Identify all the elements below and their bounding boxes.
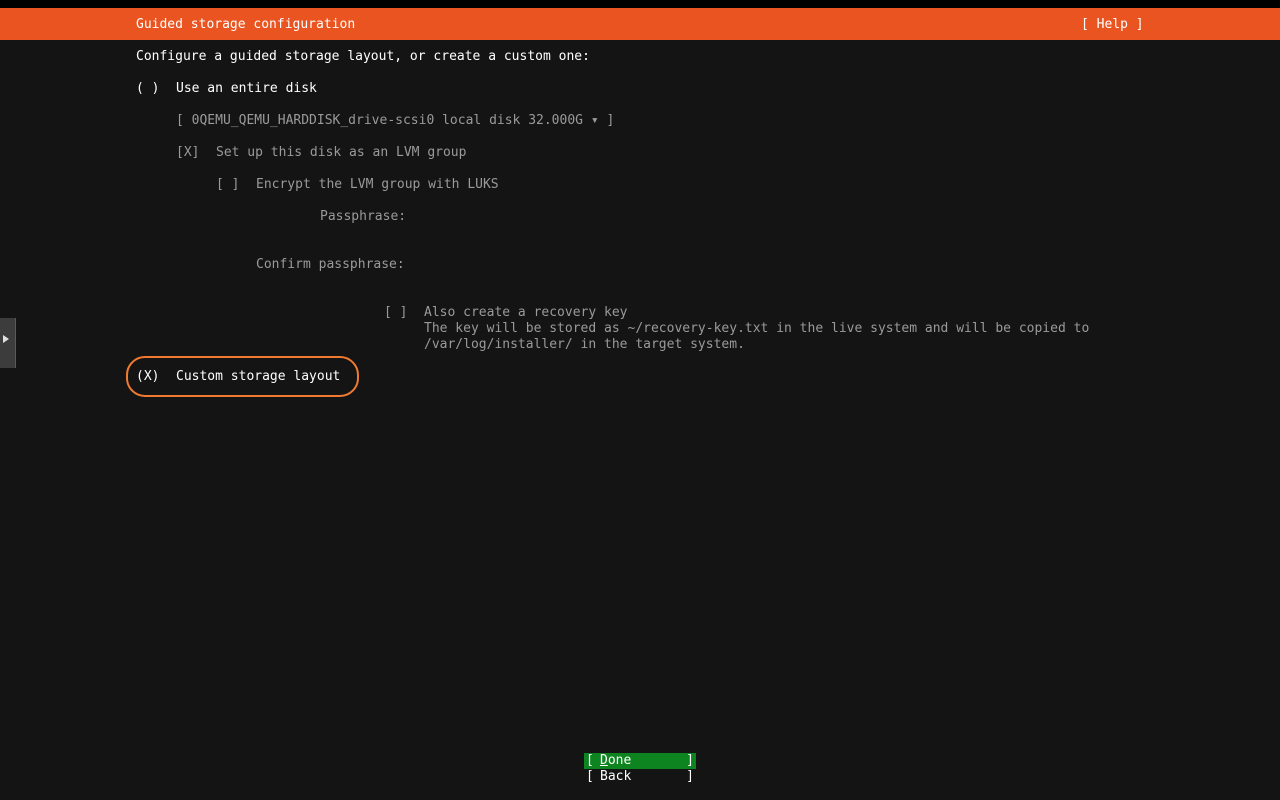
disk-selector[interactable]: [ 0QEMU_QEMU_HARDDISK_drive-scsi0 local …	[176, 113, 614, 129]
page-title: Guided storage configuration	[136, 17, 356, 32]
encrypt-checkbox[interactable]: [ ]	[216, 177, 239, 193]
confirm-passphrase-field[interactable]	[424, 257, 1024, 273]
done-button-label: Done	[600, 753, 631, 769]
back-button-close-bracket: ]	[686, 769, 694, 784]
back-button-open-bracket: [	[586, 769, 594, 784]
done-button-open-bracket: [	[586, 753, 594, 768]
back-button-label: Back	[600, 769, 632, 784]
lvm-checkbox[interactable]: [X]	[176, 145, 199, 161]
help-button[interactable]: [ Help ]	[1081, 17, 1144, 33]
recovery-key-note-line-2: /var/log/installer/ in the target system…	[424, 337, 745, 352]
triangle-right-icon	[3, 335, 9, 343]
done-button-label-rest: one	[607, 753, 632, 768]
entire-disk-label[interactable]: Use an entire disk	[176, 81, 317, 97]
recovery-key-note-line-1: The key will be stored as ~/recovery-key…	[424, 321, 1090, 336]
side-panel-tab[interactable]	[0, 318, 16, 368]
passphrase-label: Passphrase:	[320, 209, 407, 224]
entire-disk-radio[interactable]: ( )	[136, 81, 159, 97]
back-button[interactable]: [ Back ]	[584, 769, 696, 785]
passphrase-field[interactable]	[424, 209, 1024, 225]
recovery-key-checkbox[interactable]: [ ]	[384, 305, 407, 321]
done-button-mnemonic: D	[600, 753, 608, 768]
custom-layout-highlight	[126, 356, 359, 397]
lvm-label: Set up this disk as an LVM group	[216, 145, 467, 160]
recovery-key-label: Also create a recovery key	[424, 305, 628, 320]
intro-text: Configure a guided storage layout, or cr…	[136, 49, 590, 64]
encrypt-label: Encrypt the LVM group with LUKS	[256, 177, 499, 192]
done-button[interactable]: [ Done ]	[584, 753, 696, 769]
done-button-close-bracket: ]	[686, 753, 694, 768]
confirm-passphrase-label: Confirm passphrase:	[256, 257, 405, 272]
